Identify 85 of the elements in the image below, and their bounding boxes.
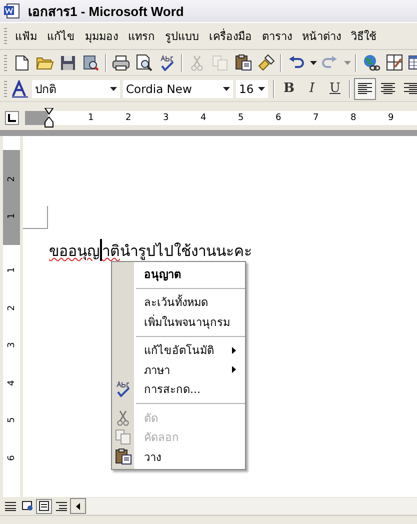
dropdown-arrow-icon xyxy=(310,60,316,64)
font-size-dropdown[interactable]: 16 xyxy=(236,80,268,98)
globe-link-icon xyxy=(362,54,380,72)
outline-icon xyxy=(56,502,66,510)
menu-item[interactable]: วิธีใช้ xyxy=(346,27,381,45)
clipboard-icon xyxy=(114,448,132,466)
ruler-number: 2 xyxy=(6,176,18,182)
style-dropdown[interactable]: ปกติ xyxy=(32,80,120,98)
folder-icon xyxy=(36,55,54,70)
menu-item[interactable]: มุมมอง xyxy=(80,27,123,45)
tab-selector[interactable] xyxy=(5,111,19,125)
menu-item[interactable]: แทรก xyxy=(123,27,160,45)
clipboard-icon xyxy=(234,54,252,71)
ruler-margin xyxy=(25,111,48,125)
ruler-number: 7 xyxy=(313,112,319,125)
ruler-number: 1 xyxy=(6,267,18,273)
dropdown-arrow-icon xyxy=(110,86,117,90)
copy-icon xyxy=(212,54,228,70)
web-view-button[interactable] xyxy=(19,498,35,514)
ruler-number: 4 xyxy=(200,112,206,125)
ruler-number: 1 xyxy=(6,212,18,219)
new-document-icon xyxy=(15,54,29,70)
ruler-number: 3 xyxy=(6,342,18,348)
spelling-check-icon xyxy=(115,381,131,398)
font-dropdown[interactable]: Cordia New xyxy=(123,80,233,98)
menu-item[interactable]: แฟ้ม xyxy=(10,27,42,45)
print-preview-icon xyxy=(136,54,152,71)
left-arrow-icon xyxy=(76,502,80,510)
context-menu-item[interactable]: แก้ไขอัตโนมัติ xyxy=(112,340,245,360)
ruler-number: 2 xyxy=(126,112,132,125)
context-menu-item[interactable]: อนุญาต xyxy=(112,264,245,284)
align-left-icon xyxy=(358,82,372,94)
menu-item[interactable]: แก้ไข xyxy=(42,27,80,45)
ruler-number: 3 xyxy=(163,112,169,125)
window-title: เอกสาร1 - Microsoft Word xyxy=(28,2,184,20)
redo-icon xyxy=(322,56,338,70)
web-page-icon xyxy=(22,501,32,511)
context-menu-item[interactable]: เพิ่มในพจนานุกรม xyxy=(112,312,245,332)
print-view-button[interactable] xyxy=(36,498,52,514)
context-menu-item[interactable]: ละเว้นทั้งหมด xyxy=(112,292,245,312)
dropdown-arrow-icon xyxy=(344,60,350,64)
context-menu-item[interactable]: วาง xyxy=(112,447,245,466)
menu-item[interactable]: เครื่องมือ xyxy=(204,27,257,45)
underline-button[interactable]: U xyxy=(324,78,346,100)
scissors-icon xyxy=(116,410,130,426)
ruler-number: 6 xyxy=(276,112,282,125)
page-icon xyxy=(39,501,49,511)
printer-icon xyxy=(112,54,130,70)
word-document-icon xyxy=(4,3,20,19)
ruler-number: 5 xyxy=(6,417,18,423)
ruler-number: 8 xyxy=(350,112,356,125)
submenu-arrow-icon xyxy=(232,366,236,374)
styles-icon[interactable] xyxy=(11,80,29,98)
context-menu-item[interactable]: ภาษา xyxy=(112,360,245,380)
ruler-number: 6 xyxy=(6,454,18,460)
undo-icon xyxy=(288,56,304,70)
menu-item[interactable]: รูปแบบ xyxy=(160,27,204,45)
ruler-number: 5 xyxy=(238,112,244,125)
dropdown-arrow-icon xyxy=(223,86,230,90)
ruler-number: 1 xyxy=(88,112,94,125)
italic-button[interactable]: I xyxy=(301,78,323,100)
document-text: ขออนุญ าตินำรูปไปใช้งานนะคะ xyxy=(49,239,252,263)
horizontal-scrollbar[interactable] xyxy=(87,498,417,514)
align-center-icon xyxy=(381,82,395,94)
bold-button[interactable]: B xyxy=(278,78,300,100)
scroll-left-button[interactable] xyxy=(70,498,86,514)
document-magnifier-icon xyxy=(83,54,99,70)
align-left-button[interactable] xyxy=(354,78,376,100)
lines-icon xyxy=(4,502,16,510)
menu-item[interactable]: ตาราง xyxy=(257,27,297,45)
scissors-icon xyxy=(190,54,204,70)
indent-marker-icon[interactable] xyxy=(44,108,54,128)
dropdown-arrow-icon xyxy=(258,86,265,90)
table-pencil-icon xyxy=(386,54,402,71)
context-menu-item[interactable]: การสะกด... xyxy=(112,380,245,399)
submenu-arrow-icon xyxy=(232,346,236,354)
ruler-number: 2 xyxy=(6,304,18,310)
text-boundary-marker xyxy=(23,206,48,229)
menu-item[interactable]: หน้าต่าง xyxy=(297,27,346,45)
align-right-icon xyxy=(404,82,417,94)
paintbrush-icon xyxy=(258,54,274,71)
ruler-number: 9 xyxy=(388,112,394,125)
spelling-check-icon xyxy=(159,54,175,70)
ruler-number: 4 xyxy=(6,380,18,386)
copy-icon xyxy=(115,429,131,446)
